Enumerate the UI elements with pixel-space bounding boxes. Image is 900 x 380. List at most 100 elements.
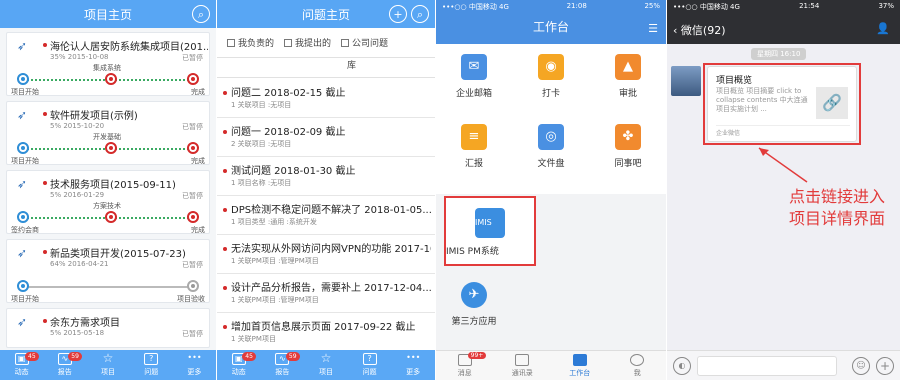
issue-row[interactable]: 问题二 2018-02-15 截止 1 关联项目 :无项目: [217, 80, 435, 118]
issue-row[interactable]: DPS检测不稳定问题不解决了 2018-01-05... 1 项目类型 :通用 :…: [217, 197, 435, 235]
checkbox[interactable]: [227, 39, 235, 47]
issue-row[interactable]: 无法实现从外网访问内网VPN的功能 2017-10-... 1 关联PM项目 :管…: [217, 236, 435, 274]
link-card-message[interactable]: 项目概览 项目概览 项目摘要 click to collapse content…: [707, 66, 857, 142]
status-bar: •••○○ 中国移动 4G 21:54 37%: [673, 2, 894, 11]
rocket-icon: ➶: [17, 315, 28, 329]
plus-icon[interactable]: +: [876, 357, 894, 375]
stamp-icon: ▲: [615, 54, 641, 80]
start-node: [17, 73, 29, 85]
project-title: 余东方需求项目: [50, 318, 120, 329]
app-third-party[interactable]: ✈ 第三方应用: [436, 272, 512, 338]
emoji-icon[interactable]: ☺: [852, 357, 870, 375]
app-colleagues[interactable]: ✤ 同事吧: [590, 114, 666, 174]
unread-dot: [223, 208, 227, 212]
settings-icon[interactable]: ☰: [648, 22, 658, 35]
tab-issues[interactable]: ? 问题: [130, 350, 173, 380]
filter-mine[interactable]: 我负责的: [227, 36, 274, 49]
message-input[interactable]: [697, 356, 837, 376]
project-meta: 5% 2016-01-29: [50, 191, 105, 199]
project-status: 已暂停: [182, 261, 203, 269]
search-icon[interactable]: ⌕: [411, 5, 429, 23]
project-title: 软件研发项目(示例): [50, 111, 138, 122]
tab-me[interactable]: 我: [609, 351, 667, 380]
milestone-node: [105, 142, 117, 154]
bottom-tab-bar: 消息 99+ 通讯录 工作台 我: [436, 350, 666, 380]
tab-contacts[interactable]: 通讯录: [494, 351, 552, 380]
project-card[interactable]: ➶ 技术服务项目(2015-09-11) 5% 2016-01-29 已暂停 方…: [6, 170, 210, 234]
tab-activity[interactable]: ▣ 动态 45: [0, 350, 43, 380]
issue-row[interactable]: 测试问题 2018-01-30 截止 1 项目名称 :无项目: [217, 158, 435, 196]
issue-title: 问题一 2018-02-09 截止: [231, 127, 346, 138]
link-icon: 🔗: [816, 87, 848, 119]
avatar[interactable]: [671, 66, 701, 96]
issue-meta: 1 项目类型 :通用 :系统开发: [231, 218, 317, 226]
bottom-tab-bar: ▣ 动态 45 ∿ 报告 59 ☆ 项目 ? 问题 ••• 更多: [0, 350, 216, 380]
user-icon[interactable]: 👤: [876, 22, 890, 35]
app-mail[interactable]: ✉ 企业邮箱: [436, 44, 512, 104]
issue-title: DPS检测不稳定问题不解决了 2018-01-05...: [231, 205, 431, 216]
status-bar: •••○○ 中国移动 4G 21:08 25%: [442, 2, 660, 11]
checkbox[interactable]: [341, 39, 350, 47]
issue-row[interactable]: 设计产品分析报告，需要补上 2017-12-04... 1 关联PM项目 :管理P…: [217, 275, 435, 313]
issue-meta: 1 关联PM项目: [231, 335, 276, 343]
app-checkin[interactable]: ◉ 打卡: [513, 44, 589, 104]
start-label: 签约会商: [11, 226, 39, 234]
more-icon: •••: [406, 353, 421, 362]
project-card[interactable]: ➶ 海伦认人居安防系统集成项目(201... 35% 2015-10-08 已暂…: [6, 32, 210, 96]
issue-title: 问题二 2018-02-15 截止: [231, 88, 346, 99]
start-node: [17, 280, 29, 292]
filter-library[interactable]: 库: [217, 58, 435, 78]
badge: 45: [242, 352, 256, 361]
end-node: [187, 280, 199, 292]
tab-projects[interactable]: ☆ 项目: [86, 350, 129, 380]
issue-meta: 1 关联PM项目 :管理PM项目: [231, 257, 319, 265]
star-icon: ☆: [102, 351, 114, 365]
app-report[interactable]: ≡ 汇报: [436, 114, 512, 174]
end-label: 项目验收: [177, 295, 205, 303]
issue-title: 无法实现从外网访问内网VPN的功能 2017-10-...: [231, 244, 431, 255]
project-meta: 35% 2015-10-08: [50, 53, 109, 61]
issue-row[interactable]: 增加首页信息展示页面 2017-09-22 截止 1 关联PM项目: [217, 314, 435, 352]
app-approval[interactable]: ▲ 审批: [590, 44, 666, 104]
project-meta: 5% 2015-05-18: [50, 329, 105, 337]
tab-projects[interactable]: ☆ 项目: [304, 350, 348, 380]
issue-meta: 1 关联PM项目 :管理PM项目: [231, 296, 319, 304]
filter-company[interactable]: 公司问题: [341, 36, 388, 49]
app-files[interactable]: ◎ 文件盘: [513, 114, 589, 174]
tab-more[interactable]: ••• 更多: [173, 350, 216, 380]
add-icon[interactable]: +: [389, 5, 407, 23]
issue-home-screen: 问题主页 + ⌕ 我负责的 我提出的 公司问题 库 问题二 2018-02-15…: [217, 0, 435, 380]
tab-messages[interactable]: 消息 99+: [436, 351, 494, 380]
card-footer: 企业微信: [716, 125, 850, 137]
app-imis-pm[interactable]: IMIS IMIS PM系统: [444, 196, 536, 266]
project-status: 已暂停: [182, 54, 203, 62]
project-title: 技术服务项目(2015-09-11): [50, 180, 176, 191]
project-progress-track: [17, 211, 199, 223]
search-icon[interactable]: ⌕: [192, 5, 210, 23]
tab-reports[interactable]: ∿ 报告 59: [43, 350, 86, 380]
tab-issues[interactable]: ? 问题: [348, 350, 392, 380]
tab-workbench[interactable]: 工作台: [551, 351, 609, 380]
unread-dot: [223, 247, 227, 251]
project-card[interactable]: ➶ 余东方需求项目 5% 2015-05-18 已暂停: [6, 308, 210, 348]
tab-more[interactable]: ••• 更多: [391, 350, 435, 380]
page-title: 项目主页: [83, 7, 132, 22]
tab-activity[interactable]: ▣ 动态 45: [217, 350, 261, 380]
project-status: 已暂停: [182, 330, 203, 338]
filter-raised[interactable]: 我提出的: [284, 36, 331, 49]
issue-meta: 1 项目名称 :无项目: [231, 179, 292, 187]
start-label: 项目开始: [11, 295, 39, 303]
page-title: 工作台: [532, 20, 569, 34]
tab-reports[interactable]: ∿ 报告 59: [261, 350, 305, 380]
project-card[interactable]: ➶ 新品类项目开发(2015-07-23) 64% 2016-04-21 已暂停…: [6, 239, 210, 303]
location-pin-icon: ◉: [538, 54, 564, 80]
card-description: 项目概览 项目摘要 click to collapse contents 中大连…: [716, 87, 808, 113]
back-button[interactable]: ‹ 微信(92): [673, 22, 726, 38]
project-status: 已暂停: [182, 123, 203, 131]
project-card[interactable]: ➶ 软件研发项目(示例) 5% 2015-10-20 已暂停 开发基础 项目开始…: [6, 101, 210, 165]
checkbox[interactable]: [284, 39, 293, 47]
start-node: [17, 211, 29, 223]
voice-icon[interactable]: ◐: [673, 357, 691, 375]
end-label: 完成: [191, 157, 205, 165]
issue-row[interactable]: 问题一 2018-02-09 截止 2 关联项目 :无项目: [217, 119, 435, 157]
